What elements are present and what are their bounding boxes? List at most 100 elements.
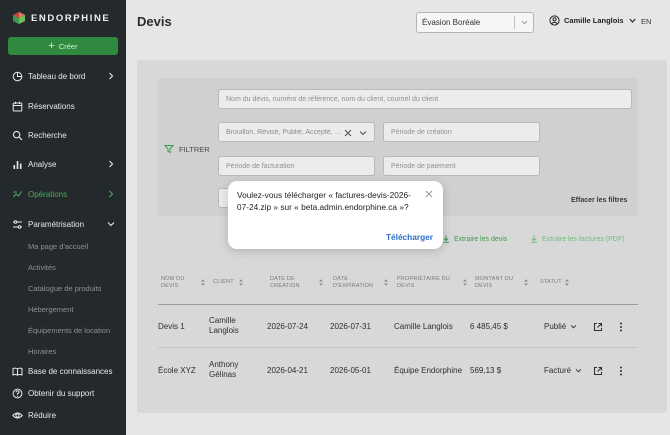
search-icon <box>12 130 23 141</box>
creation-period-input[interactable]: Période de création <box>383 122 540 142</box>
cell-amount: 569,13 $ <box>470 366 502 375</box>
status-select[interactable]: Brouillon, Révisé, Publié, Accepté, Fa..… <box>218 122 375 142</box>
sidebar-item-knowledge-base[interactable]: Base de connaissances <box>12 363 120 379</box>
calendar-icon <box>12 101 23 112</box>
user-avatar-icon <box>549 15 560 26</box>
sidebar-item-label: Base de connaissances <box>28 366 113 376</box>
sidebar-subitem-homepage[interactable]: Ma page d'accueil <box>28 242 88 251</box>
column-header-created[interactable]: Date de création <box>270 276 312 290</box>
filter-toggle[interactable]: FILTRER <box>164 144 210 154</box>
sort-icon[interactable] <box>318 278 324 287</box>
sidebar-subitem-activities[interactable]: Activités <box>28 263 56 272</box>
sidebar-item-operations[interactable]: Opérations <box>12 186 120 202</box>
status-dropdown[interactable]: Publié <box>544 322 577 331</box>
column-header-owner[interactable]: Propriétaire du devis <box>397 276 459 290</box>
clear-icon[interactable] <box>344 129 352 137</box>
language-switch[interactable]: EN <box>641 17 651 26</box>
sidebar-item-reservations[interactable]: Réservations <box>12 98 120 114</box>
extract-invoices-label: Extraire les factures (PDF) <box>542 235 625 243</box>
clear-filters-button[interactable]: Effacer les filtres <box>571 197 627 204</box>
sidebar-subitem-rental-equipment[interactable]: Équipements de location <box>28 326 110 335</box>
plus-icon: + <box>48 39 55 52</box>
sidebar-item-search[interactable]: Recherche <box>12 127 120 143</box>
brand-logo[interactable]: ENDORPHINE <box>12 11 110 25</box>
sort-icon[interactable] <box>462 278 468 287</box>
sort-icon[interactable] <box>523 278 529 287</box>
help-icon <box>12 388 23 399</box>
download-icon <box>531 235 537 243</box>
cell-client: Camille Langlois <box>209 316 239 335</box>
sidebar-item-label: Obtenir du support <box>28 388 95 398</box>
user-name: Camille Langlois <box>564 16 624 25</box>
status-value: Facturé <box>544 366 572 375</box>
sort-icon[interactable] <box>200 278 206 287</box>
table-header-divider <box>158 304 638 305</box>
more-options-icon[interactable] <box>616 366 626 376</box>
billing-period-input[interactable]: Période de facturation <box>218 156 375 176</box>
open-external-icon[interactable] <box>593 366 603 376</box>
chevron-right-icon <box>109 72 114 80</box>
column-header-status[interactable]: Statut <box>540 279 562 286</box>
logo-icon <box>13 12 25 24</box>
page-title: Devis <box>137 14 172 29</box>
sidebar-item-label: Réduire <box>28 410 57 420</box>
cell-quote-name: École XYZ <box>158 366 196 375</box>
organization-value: Évasion Boréale <box>422 18 481 27</box>
sidebar-item-label: Réservations <box>28 101 75 111</box>
payment-period-input[interactable]: Période de paiement <box>383 156 540 176</box>
status-value: Brouillon, Révisé, Publié, Accepté, Fa..… <box>226 128 344 136</box>
sort-icon[interactable] <box>238 278 244 287</box>
extract-invoices-button[interactable]: Extraire les factures (PDF) <box>530 235 624 243</box>
sliders-icon <box>12 219 23 230</box>
column-header-amount[interactable]: Montant du devis <box>475 276 517 290</box>
cell-expires: 2026-07-31 <box>330 322 371 331</box>
sidebar-item-settings[interactable]: Paramétrisation <box>12 216 120 232</box>
cell-expires: 2026-05-01 <box>330 366 371 375</box>
book-icon <box>12 366 23 377</box>
sidebar-item-collapse[interactable]: Réduire <box>12 407 120 423</box>
column-header-client[interactable]: Client <box>213 279 234 286</box>
more-options-icon[interactable] <box>616 322 626 332</box>
cell-created: 2026-07-24 <box>267 322 308 331</box>
status-dropdown[interactable]: Facturé <box>544 366 582 375</box>
row-divider <box>158 347 638 348</box>
dialog-message: Voulez-vous télécharger « factures-devis… <box>237 190 411 212</box>
sidebar-item-support[interactable]: Obtenir du support <box>12 385 120 401</box>
download-icon <box>443 235 449 243</box>
close-icon[interactable] <box>425 190 433 198</box>
filter-icon <box>164 145 174 154</box>
extract-quotes-button[interactable]: Extraire les devis <box>442 235 507 243</box>
column-header-name[interactable]: Nom du devis <box>161 276 197 290</box>
sidebar-subitem-lodging[interactable]: Hébergement <box>28 305 73 314</box>
chevron-down-icon <box>570 324 577 329</box>
cell-quote-name: Devis 1 <box>158 322 185 331</box>
sidebar-item-label: Tableau de bord <box>28 71 86 81</box>
open-external-icon[interactable] <box>593 322 603 332</box>
sidebar-subitem-product-catalog[interactable]: Catalogue de produits <box>28 284 101 293</box>
sidebar-item-label: Paramétrisation <box>28 219 85 229</box>
sidebar-item-dashboard[interactable]: Tableau de bord <box>12 68 120 84</box>
search-input[interactable]: Nom du devis, numéro de référence, nom d… <box>218 89 632 109</box>
cell-amount: 6 485,45 $ <box>470 322 508 331</box>
create-label: Créer <box>58 41 78 51</box>
eye-icon <box>12 410 23 421</box>
column-header-expires[interactable]: Date d'expiration <box>333 276 379 290</box>
sidebar-item-label: Analyse <box>28 159 57 169</box>
download-button[interactable]: Télécharger <box>386 232 433 242</box>
operations-icon <box>12 189 23 200</box>
organization-select[interactable]: Évasion Boréale <box>416 12 534 33</box>
cell-owner: Équipe Endorphine <box>394 366 463 375</box>
select-divider <box>514 16 515 29</box>
cell-client: Anthony Gélinas <box>209 360 239 379</box>
chevron-down-icon <box>107 222 115 227</box>
sidebar: ENDORPHINE + Créer Tableau de bord Réser… <box>0 0 126 435</box>
sidebar-item-label: Recherche <box>28 130 67 140</box>
chevron-down-icon <box>575 368 582 373</box>
user-menu[interactable]: Camille Langlois <box>549 15 637 26</box>
sort-icon[interactable] <box>383 278 389 287</box>
create-button[interactable]: + Créer <box>8 37 118 55</box>
cell-created: 2026-04-21 <box>267 366 308 375</box>
sort-icon[interactable] <box>564 278 570 287</box>
sidebar-subitem-schedules[interactable]: Horaires <box>28 347 56 355</box>
sidebar-item-analytics[interactable]: Analyse <box>12 156 120 172</box>
